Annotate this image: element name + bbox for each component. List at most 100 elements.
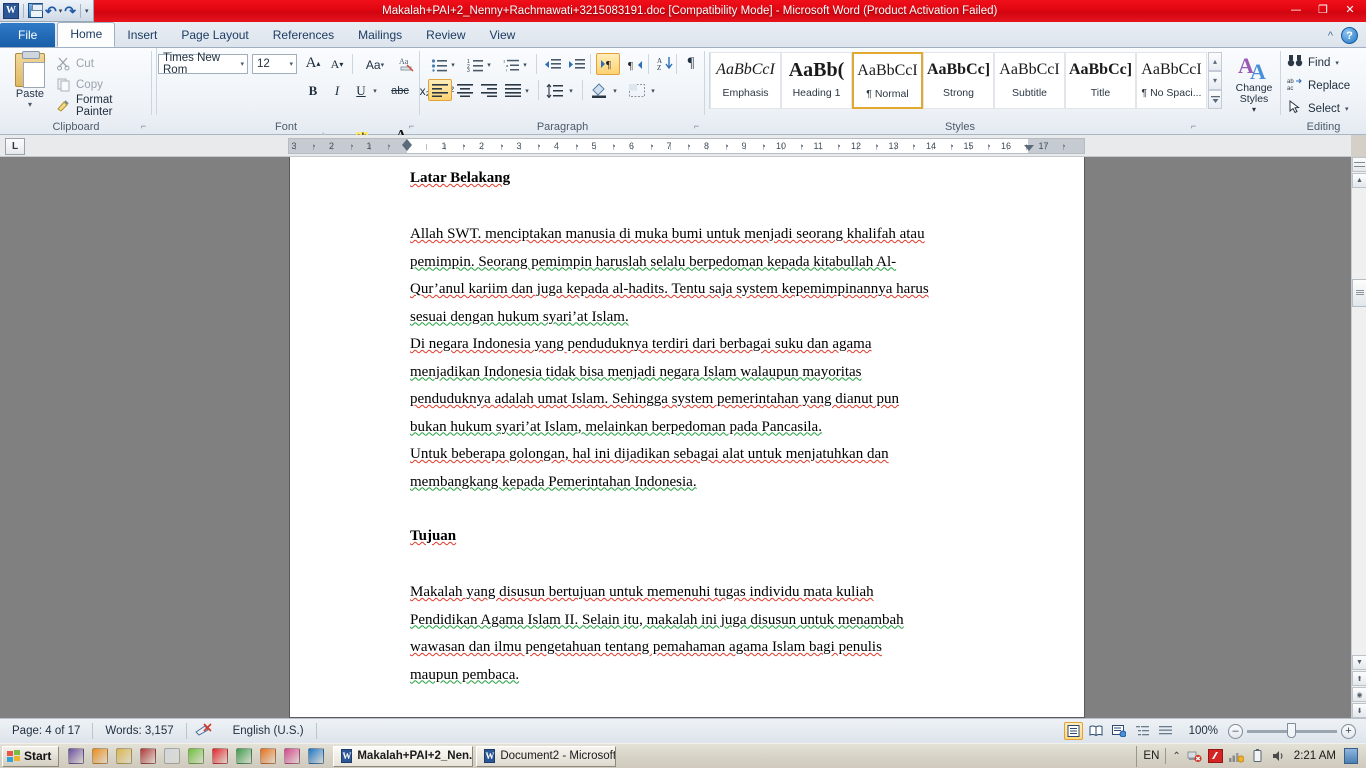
change-case-button[interactable]: Aa▾ [360,54,390,75]
bold-button[interactable]: B [302,80,324,101]
language-indicator[interactable]: English (U.S.) [221,722,316,740]
document-heading[interactable]: Latar Belakang [410,165,970,194]
picture-manager-icon[interactable] [140,748,156,764]
horizontal-ruler[interactable]: 3211234567891011121314151617 [288,138,1085,154]
document-paragraph[interactable]: Untuk beberapa golongan, hal ini dijadik… [410,441,970,496]
system-clock[interactable]: 2:21 AM [1292,750,1338,762]
zoom-level[interactable]: 100% [1179,722,1224,740]
bullets-dropdown[interactable]: ▾ [448,54,458,75]
tab-file[interactable]: File [0,23,55,47]
chevron-down-icon[interactable]: ▾ [240,60,244,68]
opera-icon[interactable] [212,748,228,764]
style-emphasis[interactable]: AaBbCcI Emphasis [710,52,781,109]
document-text-body[interactable]: Latar Belakang Allah SWT. menciptakan man… [410,165,970,689]
decrease-indent-button[interactable] [542,54,564,75]
underline-dropdown[interactable]: ▾ [370,80,380,101]
borders-dropdown[interactable]: ▾ [648,80,658,101]
align-center-button[interactable] [454,80,476,101]
chevron-down-icon[interactable]: ▾ [1345,105,1349,113]
italic-button[interactable]: I [326,80,348,101]
hanging-indent-marker[interactable] [402,145,412,151]
view-web-layout-button[interactable] [1110,722,1129,740]
tab-mailings[interactable]: Mailings [346,23,414,47]
tab-review[interactable]: Review [414,23,477,47]
view-print-layout-button[interactable] [1064,722,1083,740]
zoom-slider[interactable] [1247,730,1337,733]
tab-insert[interactable]: Insert [115,23,169,47]
show-hidden-icons-button[interactable]: ⌃ [1172,751,1180,762]
signal-icon[interactable] [1229,749,1244,764]
undo-dropdown-icon[interactable]: ▾ [59,7,63,15]
replace-button[interactable]: abac Replace [1287,77,1350,94]
style-normal[interactable]: AaBbCcI ¶ Normal [852,52,923,109]
explorer-icon[interactable] [116,748,132,764]
redo-icon[interactable]: ↷ [64,4,76,18]
help-icon[interactable]: ? [1341,27,1358,44]
document-canvas[interactable]: Latar Belakang Allah SWT. menciptakan man… [0,157,1351,718]
multilevel-list-button[interactable]: 1ai [500,54,522,75]
style-heading-1[interactable]: AaBb( Heading 1 [781,52,852,109]
ltr-text-direction-button[interactable]: ¶ [596,53,620,75]
document-paragraph[interactable]: Di negara Indonesia yang penduduknya ter… [410,331,970,441]
line-spacing-dropdown[interactable]: ▾ [566,80,576,101]
line-spacing-button[interactable] [544,80,566,101]
change-styles-caret-icon[interactable]: ▾ [1229,105,1279,114]
next-page-button[interactable]: ⬇ [1352,703,1366,718]
paste-caret-icon[interactable]: ▾ [8,100,52,109]
align-left-button[interactable] [428,79,452,101]
clipboard-dialog-launcher[interactable]: ⌐ [138,121,149,132]
nature-icon[interactable] [188,748,204,764]
document-paragraph[interactable]: Allah SWT. menciptakan manusia di muka b… [410,221,970,331]
undo-icon[interactable]: ↶ [45,4,57,18]
chrome-icon[interactable] [236,748,252,764]
paragraph-dialog-launcher[interactable]: ⌐ [691,121,702,132]
right-indent-marker[interactable] [1024,145,1034,151]
select-browse-object-button[interactable]: ◉ [1352,687,1366,702]
font-size-box[interactable]: 12 ▾ [252,54,297,74]
chevron-down-icon[interactable]: ▾ [289,60,293,68]
styles-more-button[interactable] [1208,90,1222,109]
sort-button[interactable]: AZ [654,53,676,74]
office-button-icon[interactable]: W [3,3,19,19]
start-button[interactable]: Start [2,746,59,767]
zoom-in-button[interactable]: + [1341,724,1356,739]
borders-button[interactable] [626,80,648,101]
scroll-up-button[interactable]: ▲ [1352,173,1366,188]
styles-scroll-down-button[interactable]: ▾ [1208,71,1222,90]
show-formatting-marks-button[interactable]: ¶ [680,53,702,74]
style-no-spacing[interactable]: AaBbCcI ¶ No Spaci... [1136,52,1207,109]
align-right-button[interactable] [478,80,500,101]
maxthon-icon[interactable] [308,748,324,764]
rtl-text-direction-button[interactable]: ¶ [624,54,646,75]
shading-button[interactable] [588,79,610,100]
paste-button[interactable]: Paste ▾ [8,53,52,115]
view-draft-button[interactable] [1156,722,1175,740]
scroll-split-handle[interactable] [1352,157,1366,172]
tab-page-layout[interactable]: Page Layout [169,23,260,47]
zoom-out-button[interactable]: – [1228,724,1243,739]
taskbar-window-word-makalah[interactable]: W Makalah+PAI+2_Nen... [333,746,473,767]
zoom-slider-thumb[interactable] [1287,723,1296,738]
minimize-button[interactable]: — [1284,2,1308,18]
view-outline-button[interactable] [1133,722,1152,740]
firefox-icon[interactable] [260,748,276,764]
increase-indent-button[interactable] [566,54,588,75]
clear-formatting-button[interactable]: Aa [396,53,418,74]
media-player-icon[interactable] [92,748,108,764]
justify-dropdown[interactable]: ▾ [522,80,532,101]
styles-scroll-up-button[interactable]: ▴ [1208,52,1222,71]
numbering-button[interactable]: 123 [464,54,486,75]
strikethrough-button[interactable]: abc [386,80,414,101]
network-error-icon[interactable] [1187,749,1202,764]
document-paragraph[interactable]: Makalah yang disusun bertujuan untuk mem… [410,579,970,689]
safari-icon[interactable] [284,748,300,764]
minimize-ribbon-icon[interactable]: ^ [1328,30,1333,42]
justify-button[interactable] [502,80,524,101]
shrink-font-button[interactable]: A▾ [326,54,348,75]
document-heading[interactable]: Tujuan [410,523,970,552]
view-full-screen-reading-button[interactable] [1087,722,1106,740]
styles-dialog-launcher[interactable]: ⌐ [1188,121,1199,132]
scrollbar-thumb[interactable] [1352,279,1366,307]
tab-view[interactable]: View [478,23,528,47]
scroll-down-button[interactable]: ▼ [1352,655,1366,670]
